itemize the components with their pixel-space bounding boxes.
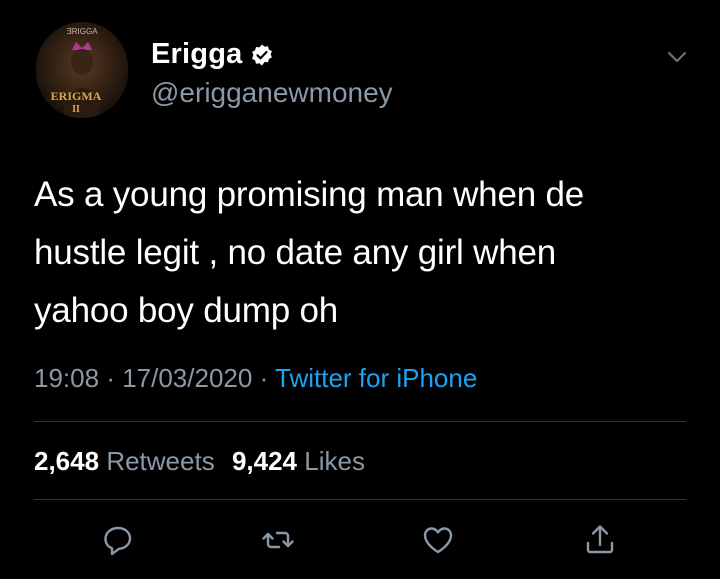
display-name[interactable]: Erigga	[151, 38, 242, 71]
likes-count: 9,424	[231, 446, 298, 476]
reply-icon[interactable]	[100, 522, 136, 558]
retweets-label: Retweets	[106, 446, 215, 476]
share-icon[interactable]	[582, 522, 618, 558]
avatar[interactable]: ƎRIGGA ERIGMA II	[36, 22, 128, 118]
tweet-text-line: yahoo boy dump oh	[34, 291, 339, 330]
tweet-text-line: As a young promising man when de	[34, 175, 585, 214]
likes-label: Likes	[304, 446, 365, 476]
meta-separator: ·	[106, 363, 123, 393]
meta-separator: ·	[259, 363, 275, 393]
chevron-down-icon[interactable]	[664, 46, 690, 68]
tweet-stats: 2,648 Retweets 9,424 Likes	[34, 446, 365, 477]
user-handle[interactable]: @erigganewmoney	[151, 77, 393, 109]
tweet-text-line: hustle legit , no date any girl when	[34, 233, 557, 272]
verified-badge-icon	[250, 43, 274, 67]
name-row: Erigga	[151, 38, 274, 71]
divider	[34, 499, 686, 500]
retweets-stat[interactable]: 2,648 Retweets	[34, 446, 215, 476]
avatar-subtitle-text: II	[72, 104, 80, 115]
avatar-image: ƎRIGGA ERIGMA II	[36, 22, 128, 118]
avatar-top-text: ƎRIGGA	[66, 27, 98, 36]
likes-stat[interactable]: 9,424 Likes	[232, 446, 365, 476]
avatar-title-text: ERIGMA	[51, 89, 102, 103]
tweet-time[interactable]: 19:08	[34, 363, 99, 393]
tweet-text: As a young promising man when de hustle …	[34, 166, 694, 340]
retweets-count: 2,648	[34, 446, 100, 476]
like-icon[interactable]	[420, 522, 456, 558]
tweet-detail: ƎRIGGA ERIGMA II Erigga @erigganewmoney …	[0, 0, 720, 579]
divider	[34, 421, 686, 422]
retweet-icon[interactable]	[260, 522, 296, 558]
tweet-date[interactable]: 17/03/2020	[122, 363, 252, 393]
tweet-meta: 19:08 · 17/03/2020 · Twitter for iPhone	[34, 363, 477, 394]
tweet-source-link[interactable]: Twitter for iPhone	[275, 363, 477, 393]
